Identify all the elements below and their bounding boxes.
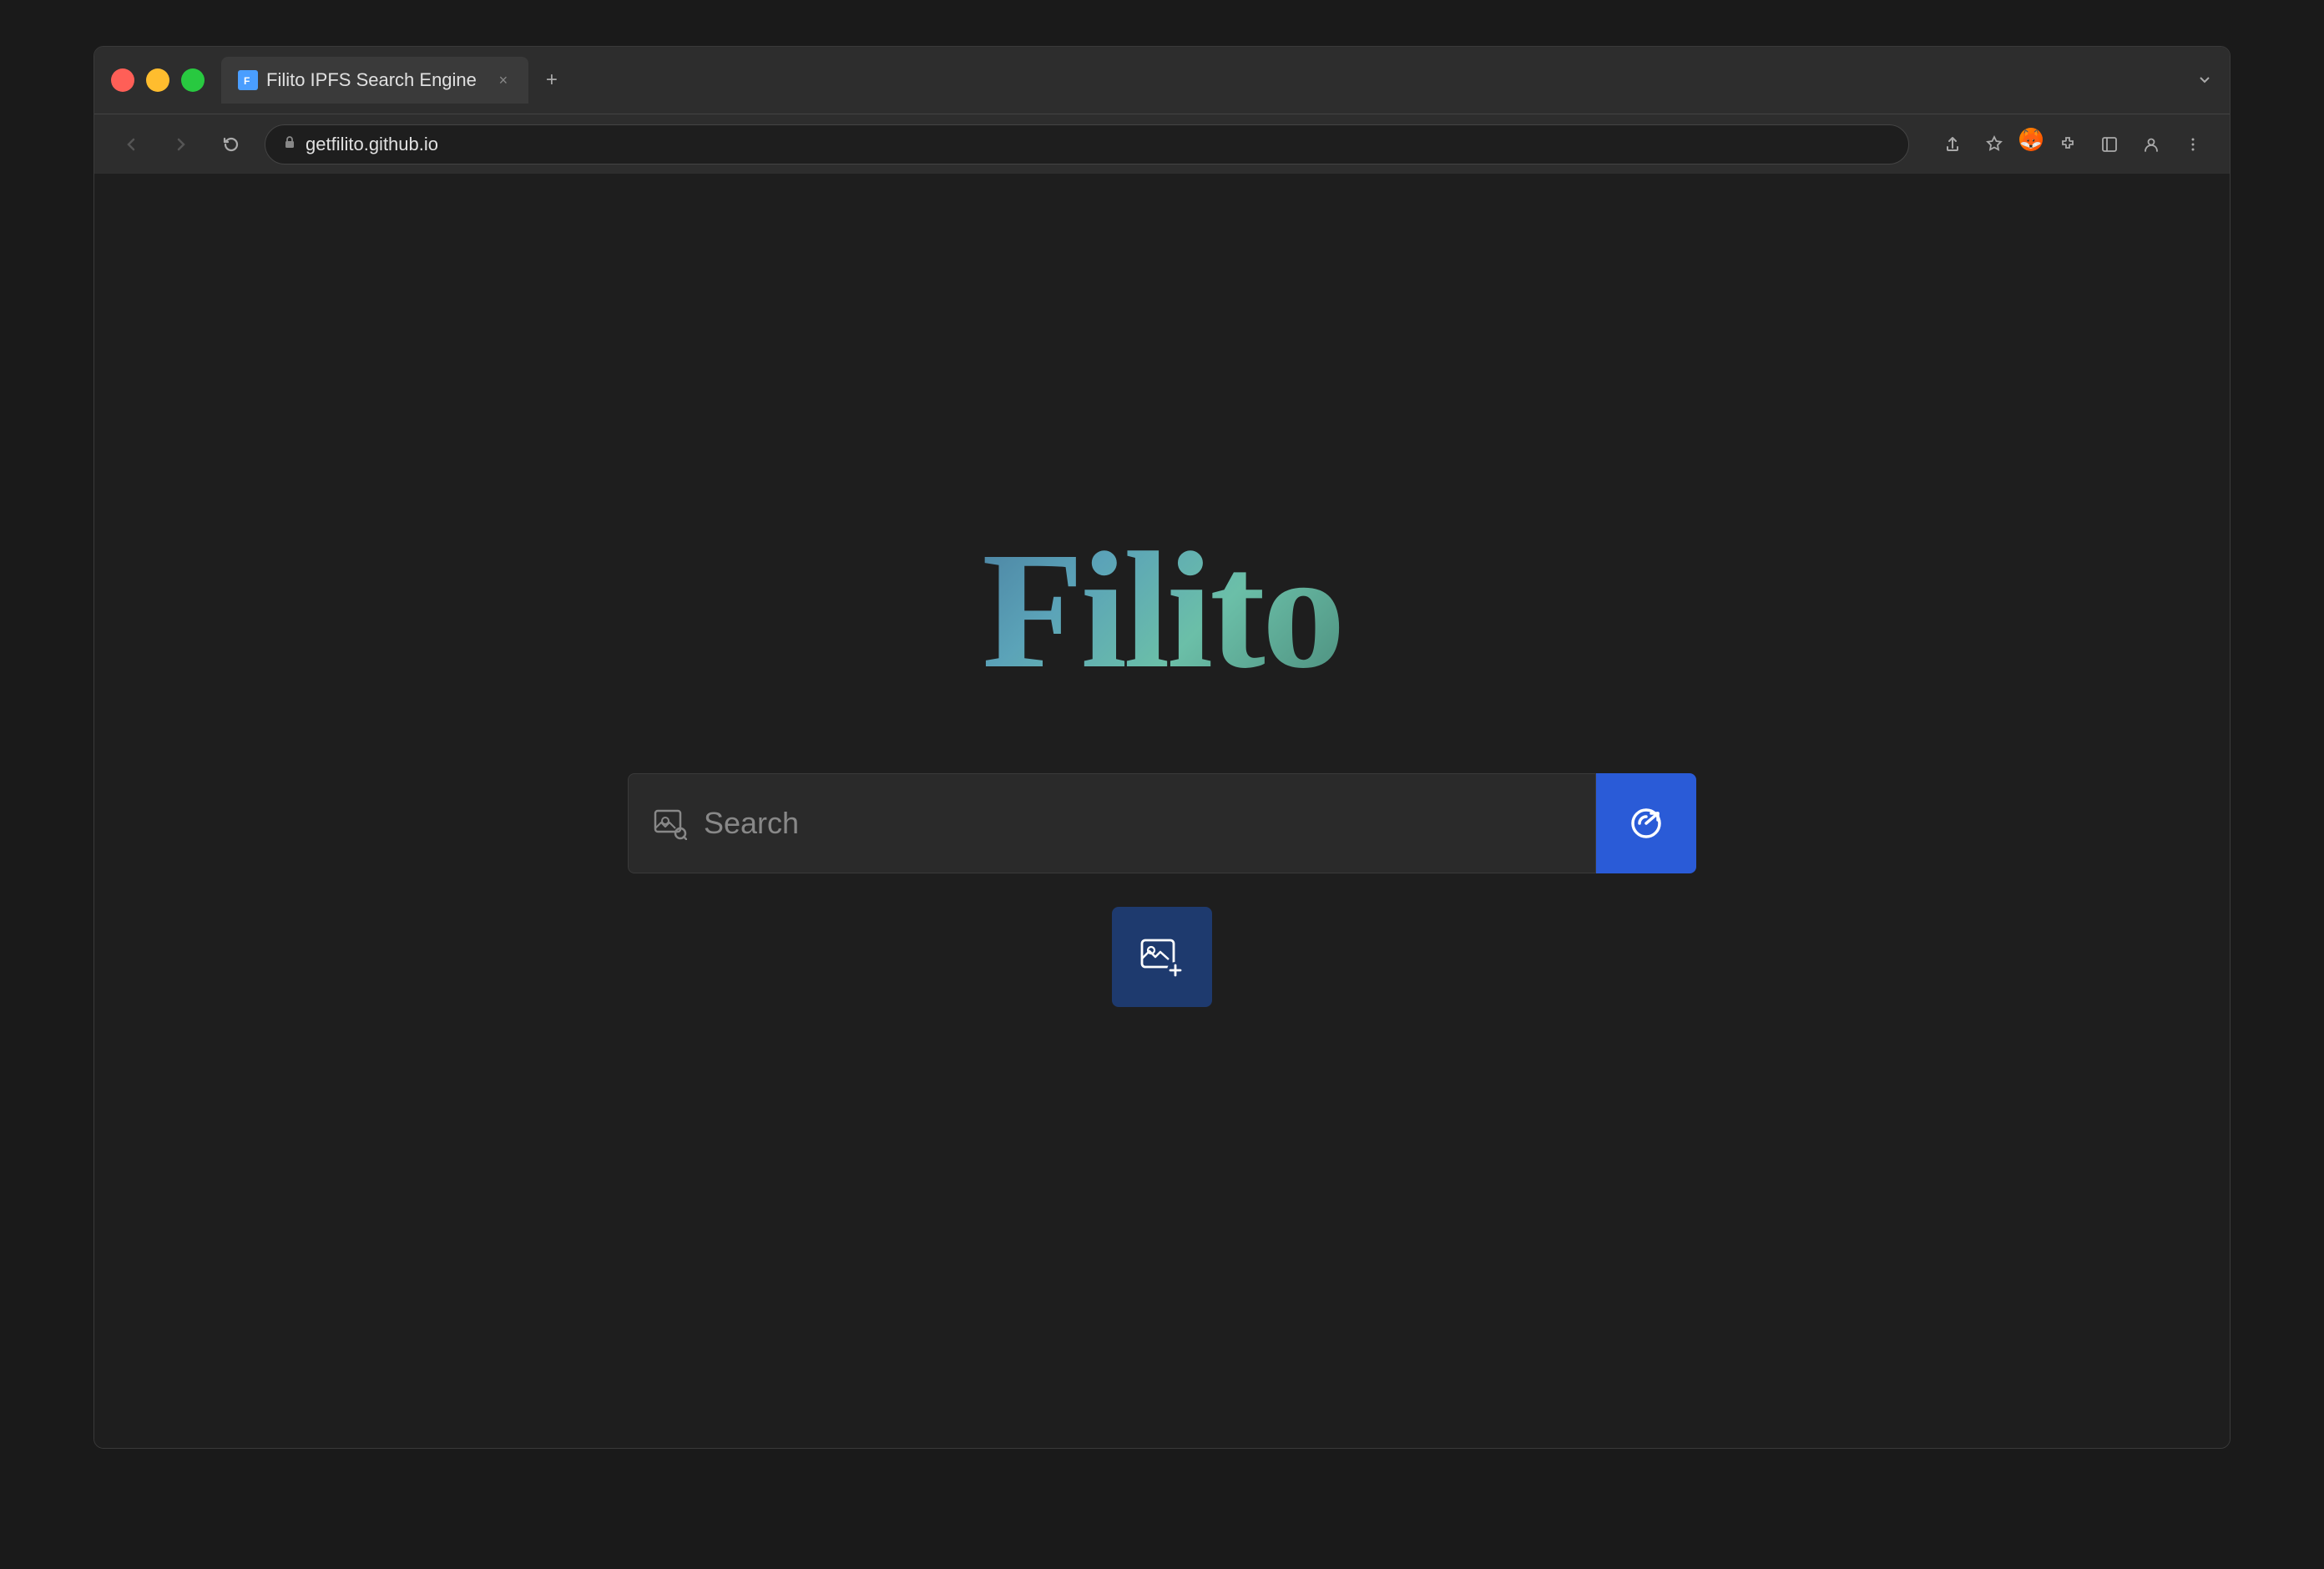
search-button[interactable] [1596,773,1696,873]
tab-favicon: F [238,70,258,90]
tab-title: Filito IPFS Search Engine [266,69,477,91]
address-input[interactable]: getfilito.github.io [265,124,1909,164]
maximize-window-button[interactable] [181,68,205,92]
svg-text:F: F [244,75,250,87]
main-content: Filito [94,174,2230,1448]
address-actions: 🦊 [1936,128,2210,161]
minimize-window-button[interactable] [146,68,169,92]
close-window-button[interactable] [111,68,134,92]
profile-button[interactable] [2135,128,2168,161]
fox-icon[interactable]: 🦊 [2019,128,2043,151]
active-tab[interactable]: F Filito IPFS Search Engine × [221,57,528,104]
logo-container: Filito [982,515,1341,706]
share-button[interactable] [1936,128,1969,161]
tab-close-button[interactable]: × [495,72,512,89]
upload-image-button[interactable] [1112,907,1212,1007]
tab-menu-button[interactable] [2196,69,2213,91]
search-input-wrapper[interactable] [628,773,1596,873]
back-button[interactable] [114,128,148,161]
browser-window: F Filito IPFS Search Engine × + [93,46,2231,1449]
new-tab-button[interactable]: + [535,63,568,97]
address-bar: getfilito.github.io 🦊 [94,114,2230,174]
address-text: getfilito.github.io [306,134,438,155]
forward-button[interactable] [164,128,198,161]
title-bar: F Filito IPFS Search Engine × + [94,47,2230,114]
search-bar [628,773,1696,873]
search-input[interactable] [704,806,1570,841]
lock-icon [282,134,297,154]
traffic-lights [111,68,205,92]
app-logo: Filito [982,515,1341,706]
reload-button[interactable] [215,128,248,161]
tab-bar: F Filito IPFS Search Engine × + [221,57,2213,104]
menu-button[interactable] [2176,128,2210,161]
extensions-button[interactable] [2051,128,2084,161]
search-image-icon [654,807,687,840]
search-section [628,773,1696,1007]
bookmark-button[interactable] [1978,128,2011,161]
sidebar-button[interactable] [2093,128,2126,161]
